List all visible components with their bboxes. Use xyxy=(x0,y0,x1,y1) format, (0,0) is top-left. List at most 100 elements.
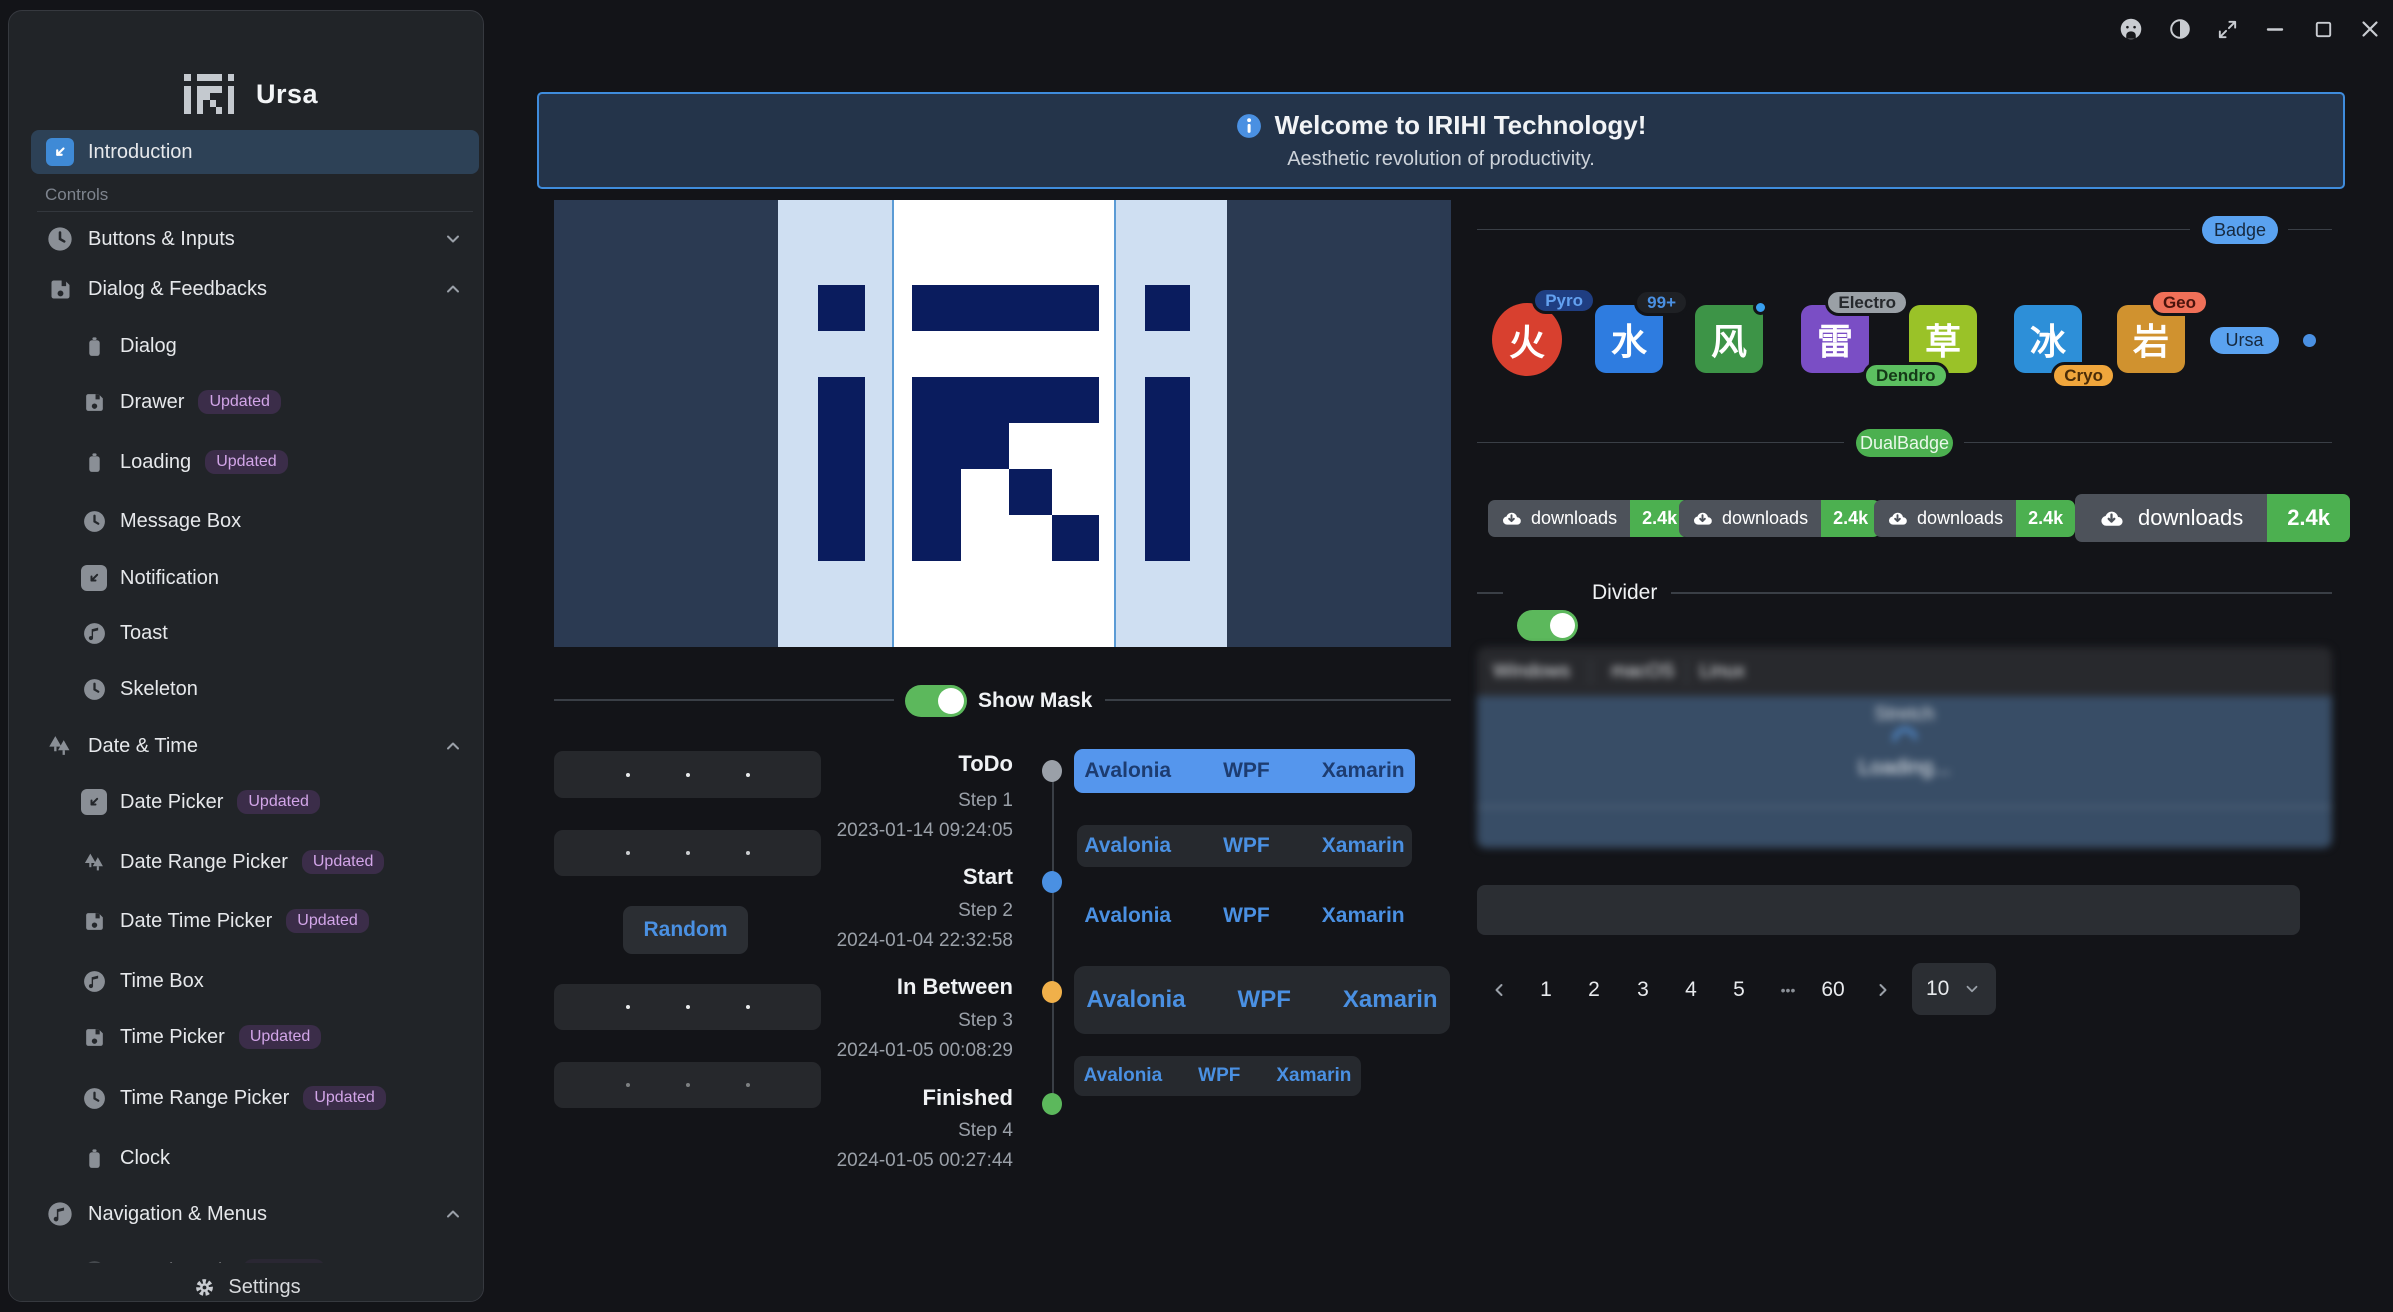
xamarin-button[interactable]: Xamarin xyxy=(1296,904,1431,928)
downloads-badge: downloads 2.4k xyxy=(1874,500,2075,537)
sidebar-item-dialog[interactable]: Dialog xyxy=(31,324,479,368)
badge-electro: Electro xyxy=(1825,289,1909,316)
pagination-ellipsis[interactable]: ••• xyxy=(1768,967,1808,1013)
step-dot-finished xyxy=(1042,1093,1062,1115)
music-note-icon xyxy=(81,968,107,994)
tab-strip: Windows macOS Linux xyxy=(1477,647,2332,696)
maximize-button[interactable] xyxy=(2310,16,2336,42)
wpf-button[interactable]: WPF xyxy=(1197,834,1296,858)
controls-section-label: Controls xyxy=(45,185,108,205)
step-label: Step 2 xyxy=(773,900,1013,922)
divider-line xyxy=(1105,699,1451,701)
pagination-next-button[interactable] xyxy=(1868,967,1898,1013)
irihi-logo-panel xyxy=(554,200,1451,647)
pagination-page-4[interactable]: 4 xyxy=(1675,967,1707,1013)
wpf-button[interactable]: WPF xyxy=(1197,904,1296,928)
sidebar-item-time-box[interactable]: Time Box xyxy=(31,959,479,1003)
wpf-button[interactable]: WPF xyxy=(1180,1065,1258,1087)
tab-macos[interactable]: macOS xyxy=(1611,649,1674,695)
ursa-pill-badge: Ursa xyxy=(2210,327,2279,354)
avalonia-button[interactable]: Avalonia xyxy=(1066,1065,1181,1087)
sidebar-item-date-picker[interactable]: Date Picker Updated xyxy=(31,780,479,824)
updated-badge: Updated xyxy=(237,790,320,814)
avalonia-button[interactable]: Avalonia xyxy=(1058,759,1197,783)
theme-toggle-button[interactable] xyxy=(2167,16,2193,42)
arrow-square-icon xyxy=(81,565,107,591)
avalonia-button[interactable]: Avalonia xyxy=(1058,904,1197,928)
downloads-badge: downloads 2.4k xyxy=(1679,500,1880,537)
sidebar-item-skeleton[interactable]: Skeleton xyxy=(31,667,479,711)
cloud-download-icon xyxy=(1692,508,1713,529)
show-mask-toggle[interactable] xyxy=(905,685,967,717)
tab-linux[interactable]: Linux xyxy=(1699,649,1744,695)
sidebar-item-notification[interactable]: Notification xyxy=(31,556,479,600)
button-group-dark: Avalonia WPF Xamarin xyxy=(1077,825,1412,867)
updated-badge: Updated xyxy=(205,450,288,474)
sidebar-item-date-time-picker[interactable]: Date Time Picker Updated xyxy=(31,899,479,943)
sidebar-item-dialog-feedbacks[interactable]: Dialog & Feedbacks xyxy=(31,267,479,311)
chevron-up-icon xyxy=(443,736,463,756)
sidebar-item-message-box[interactable]: Message Box xyxy=(31,499,479,543)
divider-line xyxy=(1964,442,2332,443)
sidebar-item-time-picker[interactable]: Time Picker Updated xyxy=(31,1015,479,1059)
step-name: Start xyxy=(813,864,1013,890)
github-icon xyxy=(2118,16,2144,42)
tab-windows[interactable]: Windows xyxy=(1477,649,1570,695)
sidebar-item-time-range-picker[interactable]: Time Range Picker Updated xyxy=(31,1076,479,1120)
button-group-borderless: Avalonia WPF Xamarin xyxy=(1077,898,1412,934)
empty-text-input[interactable] xyxy=(1477,885,2300,935)
xamarin-button[interactable]: Xamarin xyxy=(1317,986,1464,1014)
chevron-down-icon xyxy=(1963,980,1981,998)
pagination-page-5[interactable]: 5 xyxy=(1723,967,1755,1013)
sidebar-item-clock[interactable]: Clock xyxy=(31,1136,479,1180)
music-note-icon xyxy=(45,1199,75,1229)
sidebar-item-date-range-picker[interactable]: Date Range Picker Updated xyxy=(31,840,479,884)
element-tile-geo: 岩 Geo xyxy=(2117,305,2185,373)
app-name: Ursa xyxy=(256,79,318,110)
stretch-label: Stretch xyxy=(1477,704,2332,726)
wpf-button[interactable]: WPF xyxy=(1212,986,1317,1014)
wpf-button[interactable]: WPF xyxy=(1197,759,1296,783)
avalonia-button[interactable]: Avalonia xyxy=(1060,986,1211,1014)
sidebar-item-introduction[interactable]: Introduction xyxy=(31,130,479,174)
avalonia-button[interactable]: Avalonia xyxy=(1058,834,1197,858)
updated-badge: Updated xyxy=(286,909,369,933)
sidebar-item-loading[interactable]: Loading Updated xyxy=(31,440,479,484)
pagination-page-1[interactable]: 1 xyxy=(1530,967,1562,1013)
sidebar-item-toast[interactable]: Toast xyxy=(31,611,479,655)
music-note-icon xyxy=(81,620,107,646)
pagination-page-3[interactable]: 3 xyxy=(1627,967,1659,1013)
xamarin-button[interactable]: Xamarin xyxy=(1296,834,1431,858)
pagination-page-60[interactable]: 60 xyxy=(1812,967,1854,1013)
standalone-dot-badge xyxy=(2303,334,2316,347)
divider-line xyxy=(1477,229,2190,230)
divider-toggle[interactable] xyxy=(1517,610,1578,641)
divider-label: Divider xyxy=(1592,581,1657,605)
gear-icon xyxy=(193,1276,216,1299)
sidebar-item-buttons-inputs[interactable]: Buttons & Inputs xyxy=(31,217,479,261)
xamarin-button[interactable]: Xamarin xyxy=(1258,1065,1369,1087)
settings-button[interactable]: Settings xyxy=(10,1263,484,1302)
sidebar-item-date-time[interactable]: Date & Time xyxy=(31,724,479,768)
minimize-button[interactable] xyxy=(2262,16,2288,42)
loading-spinner-icon xyxy=(1888,723,1922,757)
sidebar-item-navigation-menus[interactable]: Navigation & Menus xyxy=(31,1192,479,1236)
pagination-prev-button[interactable] xyxy=(1484,967,1514,1013)
close-button[interactable] xyxy=(2357,16,2383,42)
page-size-select[interactable]: 10 xyxy=(1912,963,1996,1015)
element-tile-cryo: 冰 Cryo xyxy=(2014,305,2082,373)
updated-badge: Updated xyxy=(302,850,385,874)
fullscreen-button[interactable] xyxy=(2214,16,2240,42)
random-button[interactable]: Random xyxy=(623,906,748,954)
pagination-page-2[interactable]: 2 xyxy=(1578,967,1610,1013)
chevron-up-icon xyxy=(443,1204,463,1224)
xamarin-button[interactable]: Xamarin xyxy=(1296,759,1431,783)
floppy-icon xyxy=(81,389,107,415)
badge-section-pill: Badge xyxy=(2202,216,2278,244)
step-time: 2024-01-05 00:27:44 xyxy=(773,1150,1013,1172)
sidebar-item-drawer[interactable]: Drawer Updated xyxy=(31,380,479,424)
steps-timeline-line xyxy=(1052,770,1054,1110)
github-button[interactable] xyxy=(2118,16,2144,42)
battery-icon xyxy=(81,449,107,475)
button-group-large: Avalonia WPF Xamarin xyxy=(1074,966,1450,1034)
